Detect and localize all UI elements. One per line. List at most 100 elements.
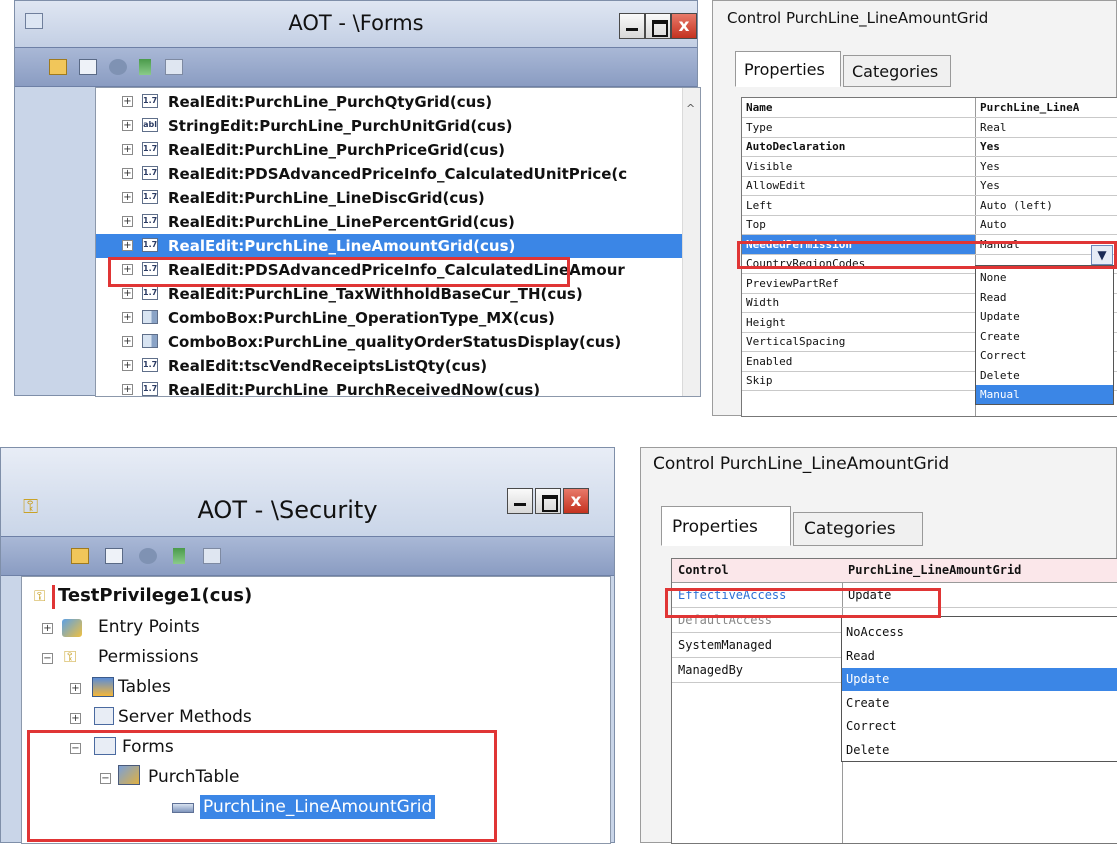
expand-node-icon[interactable]: + — [122, 96, 133, 107]
property-name[interactable]: Enabled — [746, 355, 792, 368]
property-name[interactable]: Name — [746, 101, 773, 114]
expand-node-icon[interactable]: + — [122, 336, 133, 347]
property-value[interactable]: Yes — [980, 179, 1000, 192]
dropdown-option[interactable]: Delete — [976, 366, 1113, 385]
tab-categories[interactable]: Categories — [793, 512, 923, 546]
tab-properties[interactable]: Properties — [661, 506, 791, 546]
tab-categories[interactable]: Categories — [843, 55, 951, 87]
property-value[interactable]: Real — [980, 121, 1007, 134]
close-button[interactable]: x — [563, 488, 589, 514]
minimize-button[interactable] — [507, 488, 533, 514]
property-name[interactable]: PreviewPartRef — [746, 277, 839, 290]
dropdown-option[interactable]: Create — [976, 327, 1113, 346]
tree-entry-points[interactable]: Entry Points — [98, 617, 200, 637]
dropdown-option[interactable]: Update — [842, 668, 1117, 691]
dropdown-option[interactable]: Delete — [842, 739, 1117, 762]
real-edit-icon: 1.7 — [142, 382, 158, 396]
property-name[interactable]: Top — [746, 218, 766, 231]
tree-row[interactable]: +1.7 RealEdit:PurchLine_PurchReceivedNow(… — [96, 378, 682, 396]
access-dropdown-list[interactable]: NoAccess Read Update Create Correct Delete — [841, 616, 1117, 762]
expand-node-icon[interactable]: + — [122, 120, 133, 131]
tree-row-label: RealEdit:PurchLine_LinePercentGrid(cus) — [168, 213, 515, 231]
property-name[interactable]: Left — [746, 199, 773, 212]
property-name[interactable]: Width — [746, 296, 779, 309]
tree-row[interactable]: +1.7 RealEdit:PDSAdvancedPriceInfo_Calcul… — [96, 162, 682, 186]
property-name[interactable]: ManagedBy — [678, 663, 743, 677]
dropdown-option[interactable]: None — [976, 268, 1113, 287]
tree-row[interactable]: + ComboBox:PurchLine_qualityOrderStatusDi… — [96, 330, 682, 354]
tree-row[interactable]: + abl StringEdit:PurchLine_PurchUnitGrid(c… — [96, 114, 682, 138]
expand-tables[interactable]: + — [70, 683, 81, 694]
open-folder-icon[interactable] — [71, 548, 89, 564]
property-value[interactable]: PurchLine_LineA — [980, 101, 1079, 114]
dropdown-option[interactable]: Correct — [842, 715, 1117, 738]
maximize-button[interactable] — [645, 13, 671, 39]
properties-icon[interactable] — [79, 59, 97, 75]
expand-node-icon[interactable]: + — [122, 192, 133, 203]
key-icon: ⚿ — [34, 587, 46, 605]
property-name[interactable]: Type — [746, 121, 773, 134]
property-value[interactable]: Yes — [980, 160, 1000, 173]
tree-row[interactable]: +1.7 RealEdit:PurchLine_PurchQtyGrid(cus) — [96, 90, 682, 114]
layout-icon[interactable] — [165, 59, 183, 75]
expand-node-icon[interactable]: + — [122, 144, 133, 155]
tree-root-label[interactable]: TestPrivilege1(cus) — [58, 585, 252, 606]
expand-entry-points[interactable]: + — [42, 623, 53, 634]
import-icon[interactable] — [173, 548, 185, 564]
open-folder-icon[interactable] — [49, 59, 67, 75]
tab-categories-label: Categories — [804, 519, 896, 539]
permission-dropdown-list[interactable]: None Read Update Create Correct Delete Manual — [975, 265, 1114, 405]
key-icon: ⚿ — [64, 647, 77, 666]
compile-icon[interactable] — [109, 59, 127, 75]
property-name[interactable]: AutoDeclaration — [746, 140, 845, 153]
dropdown-option[interactable]: Update — [976, 307, 1113, 326]
property-value[interactable]: Auto (left) — [980, 199, 1053, 212]
compile-icon[interactable] — [139, 548, 157, 564]
expand-node-icon[interactable]: + — [122, 240, 133, 251]
properties-icon[interactable] — [105, 548, 123, 564]
property-value[interactable]: Auto — [980, 218, 1007, 231]
property-name[interactable]: Visible — [746, 160, 792, 173]
dropdown-option[interactable]: Create — [842, 692, 1117, 715]
property-value[interactable]: Yes — [980, 140, 1000, 153]
tree-row[interactable]: +1.7 RealEdit:PurchLine_LinePercentGrid(c… — [96, 210, 682, 234]
minimize-button[interactable] — [619, 13, 645, 39]
property-name[interactable]: VerticalSpacing — [746, 335, 845, 348]
expand-node-icon[interactable]: + — [122, 216, 133, 227]
scroll-up-arrow[interactable]: ^ — [686, 102, 695, 115]
tab-properties[interactable]: Properties — [735, 51, 841, 87]
expand-node-icon[interactable]: + — [122, 360, 133, 371]
property-name[interactable]: Skip — [746, 374, 773, 387]
layout-icon[interactable] — [203, 548, 221, 564]
property-name[interactable]: Height — [746, 316, 786, 329]
aot-forms-titlebar[interactable]: AOT - \Forms x — [15, 1, 697, 47]
tree-row[interactable]: +1.7 RealEdit:tscVendReceiptsListQty(cus) — [96, 354, 682, 378]
dropdown-option[interactable]: Read — [976, 288, 1113, 307]
tree-row[interactable]: +1.7 RealEdit:PurchLine_PurchPriceGrid(cu… — [96, 138, 682, 162]
tree-row[interactable]: +1.7 RealEdit:PurchLine_LineDiscGrid(cus) — [96, 186, 682, 210]
dropdown-option[interactable]: NoAccess — [842, 621, 1117, 644]
property-name[interactable]: AllowEdit — [746, 179, 806, 192]
maximize-button[interactable] — [535, 488, 561, 514]
expand-server-methods[interactable]: + — [70, 713, 81, 724]
properties-window-top: Control PurchLine_LineAmountGrid Propert… — [712, 0, 1117, 417]
tree-server-methods[interactable]: Server Methods — [118, 707, 252, 727]
expand-node-icon[interactable]: + — [122, 288, 133, 299]
collapse-permissions[interactable]: − — [42, 653, 53, 664]
expand-node-icon[interactable]: + — [122, 312, 133, 323]
close-button[interactable]: x — [671, 13, 697, 39]
grid-row-divider — [742, 136, 1117, 138]
import-icon[interactable] — [139, 59, 151, 75]
aot-security-titlebar[interactable]: ⚿ AOT - \Security x — [1, 448, 614, 538]
dropdown-option[interactable]: Manual — [976, 385, 1113, 404]
dropdown-option[interactable]: Read — [842, 645, 1117, 668]
tree-row[interactable]: + ComboBox:PurchLine_OperationType_MX(cus… — [96, 306, 682, 330]
tree-permissions[interactable]: Permissions — [98, 647, 199, 667]
dropdown-option[interactable]: Correct — [976, 346, 1113, 365]
tree-scrollbar[interactable]: ^ — [682, 88, 700, 396]
property-name[interactable]: SystemManaged — [678, 638, 772, 652]
tree-row[interactable]: +1.7 RealEdit:PurchLine_LineAmountGrid(cu… — [96, 234, 682, 258]
tree-tables[interactable]: Tables — [118, 677, 171, 697]
expand-node-icon[interactable]: + — [122, 168, 133, 179]
expand-node-icon[interactable]: + — [122, 384, 133, 395]
